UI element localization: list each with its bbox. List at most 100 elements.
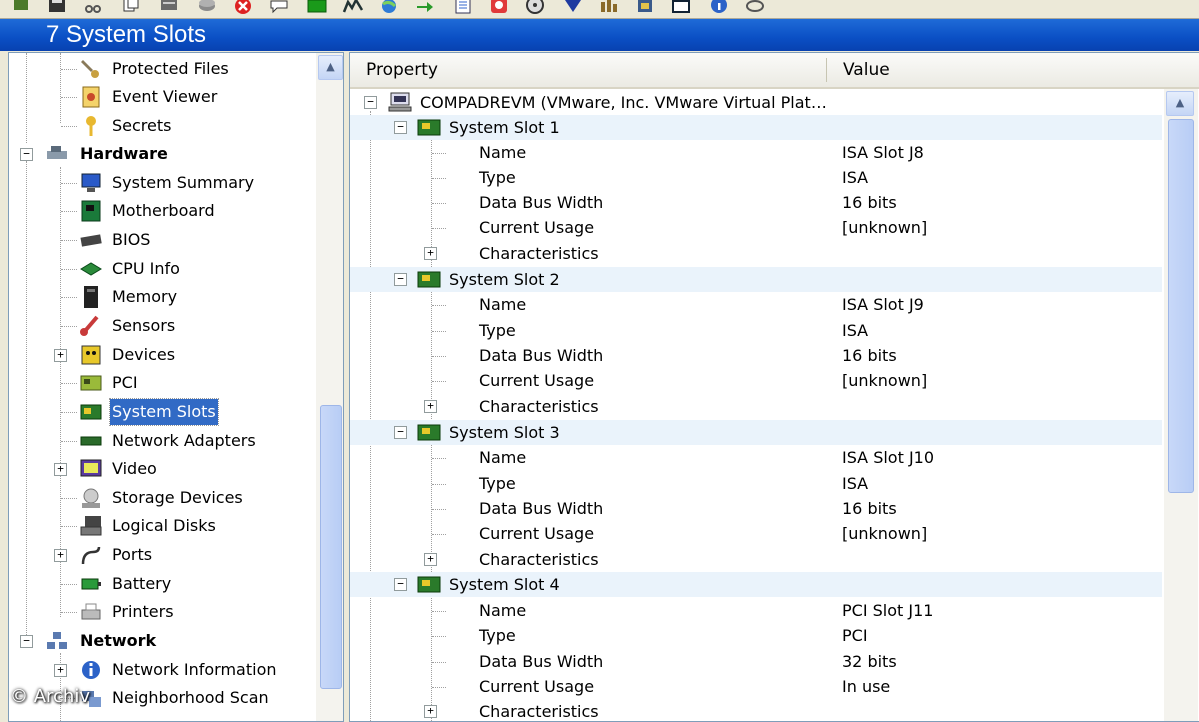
chat-icon[interactable]: [268, 0, 290, 14]
tree-item-system-summary[interactable]: System Summary: [9, 169, 309, 197]
collapse-toggle[interactable]: −: [394, 578, 407, 591]
expand-toggle[interactable]: +: [424, 553, 437, 566]
property-label: Data Bus Width: [479, 346, 604, 365]
property-row-characteristics[interactable]: + Characteristics: [350, 547, 1162, 572]
scroll-thumb[interactable]: [1168, 119, 1194, 493]
arrow-icon[interactable]: [414, 0, 436, 14]
property-row-data-bus-width[interactable]: Data Bus Width 32 bits: [350, 649, 1162, 674]
property-row-name[interactable]: Name ISA Slot J9: [350, 292, 1162, 317]
scroll-up-button[interactable]: ▲: [1166, 91, 1194, 116]
property-row-data-bus-width[interactable]: Data Bus Width 16 bits: [350, 190, 1162, 215]
tree-item-memory[interactable]: Memory: [9, 283, 309, 311]
tree-item-video[interactable]: + Video: [9, 455, 309, 483]
tree-item-devices[interactable]: + Devices: [9, 341, 309, 369]
root-row[interactable]: − COMPADREVM (VMware, Inc. VMware Virtua…: [350, 90, 1162, 115]
slot-row-3[interactable]: − System Slot 3: [350, 420, 1162, 445]
cd-icon[interactable]: [524, 0, 546, 14]
tree-connector: [61, 269, 77, 270]
property-row-name[interactable]: Name ISA Slot J10: [350, 445, 1162, 470]
slot-title: System Slot 3: [449, 423, 560, 442]
expand-toggle[interactable]: +: [424, 705, 437, 718]
slot-row-2[interactable]: − System Slot 2: [350, 267, 1162, 292]
tree-item-bios[interactable]: BIOS: [9, 226, 309, 254]
tree-item-protected-files[interactable]: Protected Files: [9, 55, 309, 83]
expand-toggle[interactable]: +: [54, 349, 67, 362]
property-row-current-usage[interactable]: Current Usage [unknown]: [350, 368, 1162, 393]
tree-item-network-information[interactable]: + Network Information: [9, 656, 309, 684]
collapse-toggle[interactable]: −: [364, 96, 377, 109]
tree-item-secrets[interactable]: Secrets: [9, 112, 309, 140]
copy-icon[interactable]: [120, 0, 142, 14]
slot-row-4[interactable]: − System Slot 4: [350, 572, 1162, 597]
stop-icon[interactable]: [232, 0, 254, 14]
collapse-toggle[interactable]: −: [394, 121, 407, 134]
cpu-icon[interactable]: [634, 0, 656, 14]
property-row-type[interactable]: Type ISA: [350, 165, 1162, 190]
navigation-tree[interactable]: Protected Files Event Viewer Secrets − H…: [8, 52, 344, 722]
monitor-icon[interactable]: [306, 0, 328, 14]
tree-item-sensors[interactable]: Sensors: [9, 312, 309, 340]
property-row-data-bus-width[interactable]: Data Bus Width 16 bits: [350, 496, 1162, 521]
clock-icon[interactable]: [488, 0, 510, 14]
expand-toggle[interactable]: +: [54, 463, 67, 476]
property-row-characteristics[interactable]: + Characteristics: [350, 699, 1162, 721]
search-icon[interactable]: [744, 0, 766, 14]
window-icon[interactable]: [670, 0, 692, 14]
expand-toggle[interactable]: +: [424, 400, 437, 413]
report-icon[interactable]: [452, 0, 474, 14]
database-icon[interactable]: [196, 0, 218, 14]
cut-icon[interactable]: [82, 0, 104, 14]
tree-item-storage-devices[interactable]: Storage Devices: [9, 484, 309, 512]
scroll-up-button[interactable]: ▲: [318, 55, 343, 80]
tree-item-printers[interactable]: Printers: [9, 598, 309, 626]
property-scrollbar[interactable]: ▲: [1164, 89, 1198, 721]
tree-item-network-adapters[interactable]: Network Adapters: [9, 427, 309, 455]
tree-connector: [432, 662, 446, 663]
scroll-thumb[interactable]: [320, 405, 342, 689]
collapse-toggle[interactable]: −: [20, 635, 33, 648]
column-divider[interactable]: [826, 58, 827, 82]
tree-label: Protected Files: [112, 59, 229, 78]
column-header-value[interactable]: Value: [843, 53, 890, 87]
property-row-data-bus-width[interactable]: Data Bus Width 16 bits: [350, 343, 1162, 368]
collapse-toggle[interactable]: −: [394, 426, 407, 439]
expand-toggle[interactable]: +: [424, 247, 437, 260]
bench-icon[interactable]: [598, 0, 620, 14]
property-row-current-usage[interactable]: Current Usage [unknown]: [350, 521, 1162, 546]
property-row-type[interactable]: Type ISA: [350, 471, 1162, 496]
tree-item-event-viewer[interactable]: Event Viewer: [9, 83, 309, 111]
table-header: Property Value: [350, 53, 1199, 89]
tree-item-motherboard[interactable]: Motherboard: [9, 197, 309, 225]
property-row-current-usage[interactable]: Current Usage [unknown]: [350, 215, 1162, 240]
expand-toggle[interactable]: +: [54, 664, 67, 677]
property-row-name[interactable]: Name ISA Slot J8: [350, 140, 1162, 165]
property-row-type[interactable]: Type ISA: [350, 318, 1162, 343]
collapse-toggle[interactable]: −: [20, 148, 33, 161]
tree-scrollbar[interactable]: ▲: [316, 53, 343, 721]
property-row-current-usage[interactable]: Current Usage In use: [350, 674, 1162, 699]
info-icon[interactable]: [708, 0, 730, 14]
chart-icon[interactable]: [342, 0, 364, 14]
globe-icon[interactable]: [378, 0, 400, 14]
tree-connector: [432, 509, 446, 510]
save-icon[interactable]: [46, 0, 68, 14]
column-header-property[interactable]: Property: [366, 53, 438, 87]
tree-item-hardware[interactable]: − Hardware: [9, 140, 309, 168]
expand-toggle[interactable]: +: [54, 549, 67, 562]
tree-item-pci[interactable]: PCI: [9, 369, 309, 397]
tree-item-ports[interactable]: + Ports: [9, 541, 309, 569]
tree-item-cpu-info[interactable]: CPU Info: [9, 255, 309, 283]
connect-icon[interactable]: [10, 0, 32, 14]
shield-icon[interactable]: [562, 0, 584, 14]
slot-row-1[interactable]: − System Slot 1: [350, 115, 1162, 140]
property-row-name[interactable]: Name PCI Slot J11: [350, 598, 1162, 623]
tree-item-network[interactable]: − Network: [9, 627, 309, 655]
property-row-characteristics[interactable]: + Characteristics: [350, 394, 1162, 419]
property-row-characteristics[interactable]: + Characteristics: [350, 241, 1162, 266]
tree-item-system-slots[interactable]: System Slots: [9, 398, 309, 426]
stack-icon[interactable]: [158, 0, 180, 14]
collapse-toggle[interactable]: −: [394, 273, 407, 286]
tree-item-logical-disks[interactable]: Logical Disks: [9, 512, 309, 540]
property-row-type[interactable]: Type PCI: [350, 623, 1162, 648]
tree-item-battery[interactable]: Battery: [9, 570, 309, 598]
